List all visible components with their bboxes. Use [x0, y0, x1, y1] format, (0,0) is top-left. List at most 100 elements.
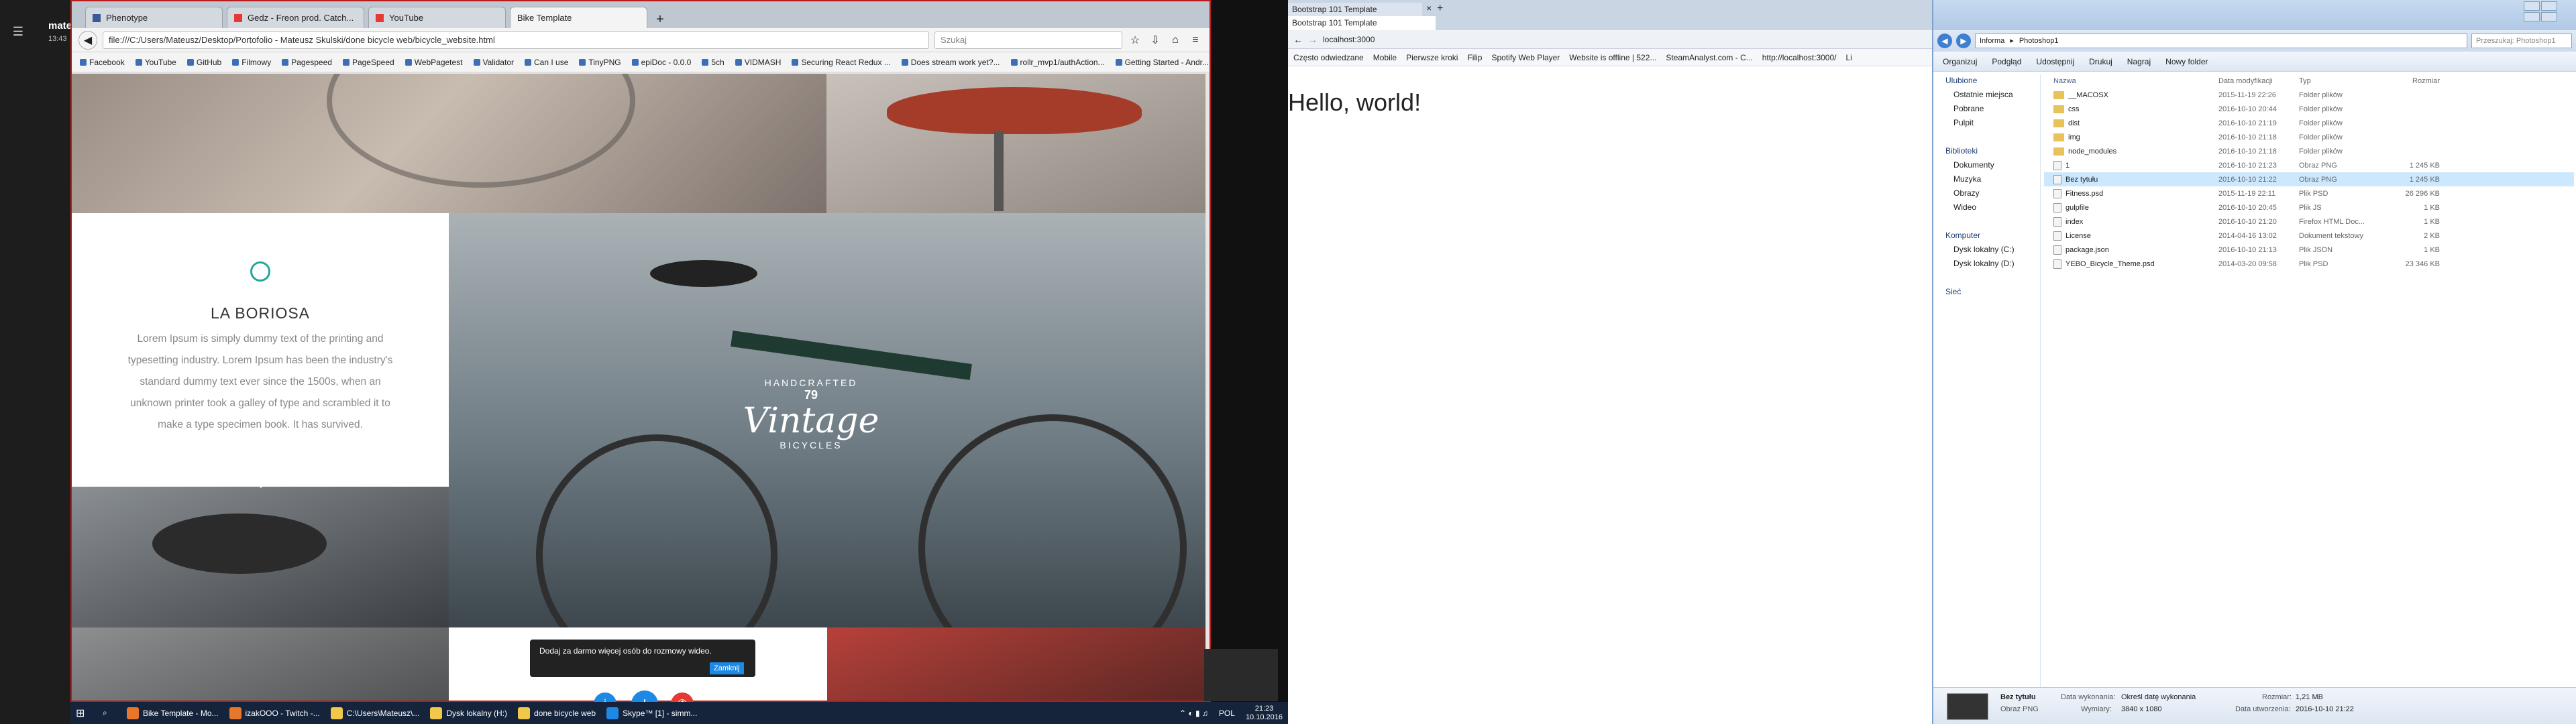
bookmark-item[interactable]: 5ch	[702, 58, 724, 67]
bookmark-item[interactable]: VIDMASH	[735, 58, 781, 67]
command-button[interactable]: Nowy folder	[2165, 57, 2208, 66]
search-icon[interactable]: ⌕	[97, 702, 121, 724]
nav-item[interactable]: Dysk lokalny (D:)	[1933, 257, 2040, 271]
bookmark-item[interactable]: Getting Started - Andr...	[1115, 58, 1209, 67]
taskbar-item[interactable]: C:\Users\Mateusz\...	[325, 702, 425, 724]
url-bar[interactable]: file:///C:/Users/Mateusz/Desktop/Portofo…	[103, 31, 929, 49]
taskbar-item[interactable]: Dysk lokalny (H:)	[425, 702, 513, 724]
bookmark-item[interactable]: GitHub	[186, 58, 221, 67]
bookmark-item[interactable]: Spotify Web Player	[1491, 53, 1560, 62]
bookmark-item[interactable]: epiDoc - 0.0.0	[631, 58, 691, 67]
bookmark-item[interactable]: TinyPNG	[579, 58, 621, 67]
command-button[interactable]: Udostępnij	[2036, 57, 2074, 66]
language-indicator[interactable]: POL	[1214, 702, 1240, 724]
taskbar-item[interactable]: Skype™ [1] - simm...	[601, 702, 702, 724]
tab-gedz[interactable]: Gedz - Freon prod. Catch...	[227, 7, 364, 28]
back-arrow-icon[interactable]: ◀	[1937, 34, 1952, 48]
star-icon[interactable]: ☆	[1128, 34, 1142, 47]
file-row[interactable]: node_modules 2016-10-10 21:18 Folder plikó…	[2044, 144, 2574, 158]
bookmark-item[interactable]: Mobile	[1373, 53, 1397, 62]
restore-icon[interactable]	[2524, 12, 2540, 21]
taskbar-item[interactable]: izakOOO - Twitch -...	[224, 702, 325, 724]
command-button[interactable]: Drukuj	[2089, 57, 2112, 66]
bookmark-item[interactable]: rollr_mvp1/authAction...	[1010, 58, 1105, 67]
file-row[interactable]: __MACOSX 2015-11-19 22:26 Folder plików	[2044, 88, 2574, 102]
nav-item[interactable]: Dysk lokalny (C:)	[1933, 243, 2040, 257]
nav-item[interactable]: Wideo	[1933, 200, 2040, 215]
tab-phenotype[interactable]: Phenotype	[85, 7, 223, 28]
bookmark-item[interactable]: Validator	[473, 58, 514, 67]
back-arrow-icon[interactable]: ◀	[78, 30, 97, 50]
file-row[interactable]: dist 2016-10-10 21:19 Folder plików	[2044, 116, 2574, 130]
tab-bootstrap-1[interactable]: Bootstrap 101 Template	[1288, 3, 1422, 16]
file-row[interactable]: Fitness.psd 2015-11-19 22:11 Plik PSD 26 29…	[2044, 186, 2574, 200]
download-icon[interactable]: ⇩	[1148, 34, 1163, 47]
file-row[interactable]: img 2016-10-10 21:18 Folder plików	[2044, 130, 2574, 144]
tab-youtube[interactable]: YouTube	[368, 7, 506, 28]
tray-icons[interactable]: ⌃ ◐ ▮ ♫	[1174, 702, 1214, 724]
bookmark-item[interactable]: WebPagetest	[405, 58, 463, 67]
file-row[interactable]: License 2014-04-16 13:02 Dokument tekstowy…	[2044, 229, 2574, 243]
breadcrumb-item[interactable]: Informa	[1980, 34, 2004, 48]
bookmark-item[interactable]: Pierwsze kroki	[1406, 53, 1458, 62]
bookmark-item[interactable]: http://localhost:3000/	[1762, 53, 1837, 62]
search-input[interactable]: Przeszukaj: Photoshop1	[2471, 34, 2572, 48]
close-icon[interactable]: ×	[1426, 3, 1432, 13]
close-icon[interactable]	[2541, 12, 2557, 21]
nav-item[interactable]: Muzyka	[1933, 172, 2040, 186]
back-arrow-icon[interactable]: ←	[1293, 34, 1303, 45]
column-type[interactable]: Typ	[2299, 77, 2379, 85]
search-input[interactable]: Szukaj	[934, 31, 1122, 49]
bookmark-item[interactable]: Does stream work yet?...	[901, 58, 1000, 67]
bookmark-item[interactable]: Facebook	[80, 58, 125, 67]
file-row[interactable]: index 2016-10-10 21:20 Firefox HTML Doc...…	[2044, 215, 2574, 229]
bookmark-item[interactable]: SteamAnalyst.com - C...	[1666, 53, 1752, 62]
nav-group[interactable]: Sieć	[1933, 285, 2040, 299]
command-button[interactable]: Podgląd	[1992, 57, 2021, 66]
nav-item[interactable]: Dokumenty	[1933, 158, 2040, 172]
home-icon[interactable]: ⌂	[1168, 34, 1183, 46]
menu-icon[interactable]: ☰	[11, 24, 25, 39]
bookmark-item[interactable]: Can I use	[525, 58, 568, 67]
taskbar-item[interactable]: Bike Template - Mo...	[121, 702, 224, 724]
new-tab-icon[interactable]: +	[651, 11, 669, 28]
taskbar-item[interactable]: done bicycle web	[513, 702, 601, 724]
url-bar[interactable]: localhost:3000	[1323, 35, 1375, 44]
file-row[interactable]: css 2016-10-10 20:44 Folder plików	[2044, 102, 2574, 116]
start-button[interactable]: ⊞	[70, 702, 97, 724]
file-row[interactable]: package.json 2016-10-10 21:13 Plik JSON 1 K…	[2044, 243, 2574, 257]
nav-item[interactable]: Ostatnie miejsca	[1933, 88, 2040, 102]
nav-group[interactable]: Ulubione	[1933, 74, 2040, 88]
breadcrumb[interactable]: Informa ▸ Photoshop1	[1975, 34, 2467, 48]
command-button[interactable]: Organizuj	[1943, 57, 1977, 66]
bookmark-item[interactable]: Li	[1846, 53, 1852, 62]
nav-item[interactable]: Obrazy	[1933, 186, 2040, 200]
bookmark-item[interactable]: Filip	[1467, 53, 1482, 62]
tab-bootstrap-2[interactable]: Bootstrap 101 Template	[1288, 16, 1436, 30]
column-date[interactable]: Data modyfikacji	[2218, 77, 2299, 85]
bookmark-item[interactable]: Pagespeed	[282, 58, 332, 67]
nav-item[interactable]: Pulpit	[1933, 116, 2040, 130]
bookmark-item[interactable]: YouTube	[135, 58, 176, 67]
maximize-icon[interactable]	[2541, 1, 2557, 11]
file-row[interactable]: gulpfile 2016-10-10 20:45 Plik JS 1 KB	[2044, 200, 2574, 215]
bookmark-item[interactable]: Często odwiedzane	[1293, 53, 1364, 62]
file-row[interactable]: Bez tytułu 2016-10-10 21:22 Obraz PNG 1 245…	[2044, 172, 2574, 186]
bookmark-item[interactable]: PageSpeed	[342, 58, 394, 67]
new-tab-icon[interactable]: +	[1437, 3, 1443, 15]
minimize-icon[interactable]	[2524, 1, 2540, 11]
bookmark-item[interactable]: Securing React Redux ...	[792, 58, 891, 67]
bookmark-item[interactable]: Filmowy	[232, 58, 271, 67]
nav-group[interactable]: Biblioteki	[1933, 144, 2040, 158]
column-name[interactable]: Nazwa	[2044, 77, 2218, 85]
bookmark-item[interactable]: Website is offline | 522...	[1569, 53, 1656, 62]
command-button[interactable]: Nagraj	[2127, 57, 2151, 66]
tab-bike-template[interactable]: Bike Template	[510, 7, 647, 28]
nav-group[interactable]: Komputer	[1933, 229, 2040, 243]
nav-item[interactable]: Pobrane	[1933, 102, 2040, 116]
file-row[interactable]: YEBO_Bicycle_Theme.psd 2014-03-20 09:58 Pl…	[2044, 257, 2574, 271]
hamburger-menu-icon[interactable]: ≡	[1188, 34, 1203, 46]
close-popup-button[interactable]: Zamknij	[710, 662, 744, 674]
clock[interactable]: 21:23 10.10.2016	[1240, 702, 1288, 724]
column-size[interactable]: Rozmiar	[2379, 77, 2440, 85]
